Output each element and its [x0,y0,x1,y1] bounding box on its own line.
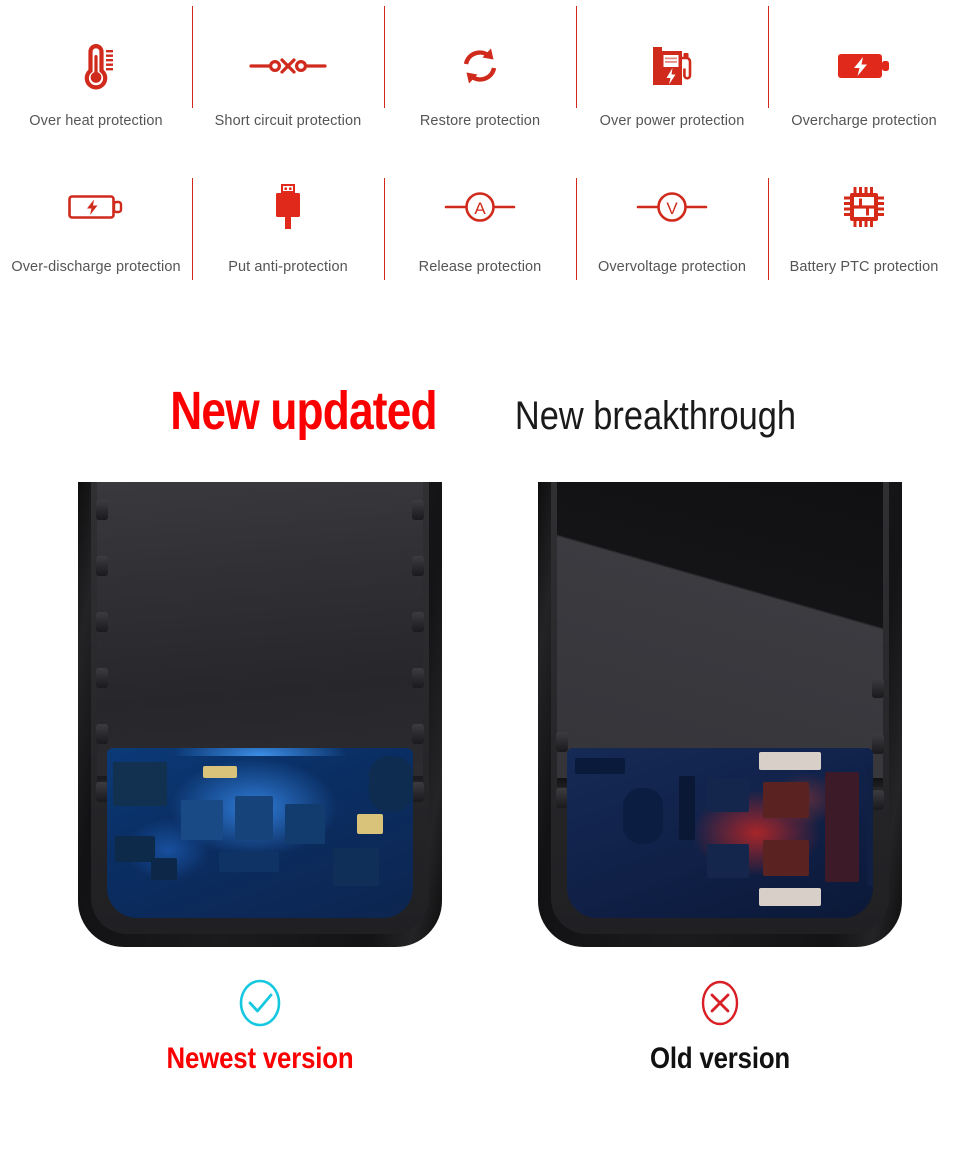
verdict-old: Old version [520,978,920,1076]
feature-restore-protection: Restore protection [384,0,576,160]
battery-outline-bolt-icon [67,178,125,236]
svg-text:A: A [474,199,486,218]
cell-divider [192,6,193,108]
cross-circle-icon [520,978,920,1028]
open-switch-icon [249,38,327,94]
feature-short-circuit-protection: Short circuit protection [192,0,384,160]
cell-divider [768,6,769,108]
feature-label: Over-discharge protection [11,259,181,275]
battery-slab [97,482,423,784]
cell-divider [768,178,769,280]
headline-emphasis: New updated [170,381,437,441]
svg-text:V: V [666,199,678,218]
cell-divider [576,178,577,280]
feature-put-anti-protection: Put anti-protection [192,160,384,310]
device-interior [551,482,889,934]
verdict-label: Newest version [166,1042,354,1075]
thermometer-icon [74,38,118,94]
feature-over-heat-protection: Over heat protection [0,0,192,160]
feature-label: Over heat protection [29,113,163,129]
feature-label: Release protection [418,259,542,275]
microchip-icon [841,178,887,236]
circuit-board-blue [107,748,413,918]
feature-label: Over power protection [599,113,745,129]
feature-label: Battery PTC protection [789,259,939,275]
feature-over-power-protection: Over power protection [576,0,768,160]
feature-overvoltage-protection: V Overvoltage protection [576,160,768,310]
feature-label: Put anti-protection [228,259,348,275]
feature-label: Short circuit protection [214,113,362,129]
feature-battery-ptc-protection: Battery PTC protection [768,160,960,310]
verdict-newest: Newest version [60,978,460,1076]
feature-overcharge-protection: Overcharge protection [768,0,960,160]
feature-label: Overcharge protection [791,113,937,129]
headline: New updated New breakthrough [0,380,960,442]
diagonal-wedge [557,482,883,778]
battery-case-device [78,482,442,947]
battery-filled-bolt-icon [836,38,892,94]
features-row-2: Over-discharge protection Put anti-prote… [0,160,960,310]
protection-features-grid: Over heat protection Short circuit prote… [0,0,960,310]
charging-station-icon [649,38,695,94]
circuit-board-red [567,748,873,918]
device-interior [91,482,429,934]
check-circle-icon [60,978,460,1028]
cell-divider [576,6,577,108]
blue-glow [174,748,346,756]
feature-over-discharge-protection: Over-discharge protection [0,160,192,310]
ammeter-icon: A [444,178,516,236]
battery-case-device [538,482,902,947]
cell-divider [384,178,385,280]
newdery-monogram-icon [269,1098,343,1163]
cell-divider [192,178,193,280]
refresh-loop-icon [458,38,502,94]
cell-divider [384,6,385,108]
verdict-label: Old version [649,1042,791,1075]
product-feature-page: Over heat protection Short circuit prote… [0,0,960,1163]
headline-subtitle: New breakthrough [514,394,797,438]
usb-plug-icon [271,178,305,236]
feature-label: Restore protection [419,113,541,129]
feature-label: Overvoltage protection [597,259,747,275]
watermark-text: NEWDERY [356,1105,692,1163]
feature-release-protection: A Release protection [384,160,576,310]
brand-watermark: NEWDERY [0,1094,960,1163]
features-row-1: Over heat protection Short circuit prote… [0,0,960,160]
voltmeter-icon: V [636,178,708,236]
battery-slab-diagonal [557,482,883,787]
